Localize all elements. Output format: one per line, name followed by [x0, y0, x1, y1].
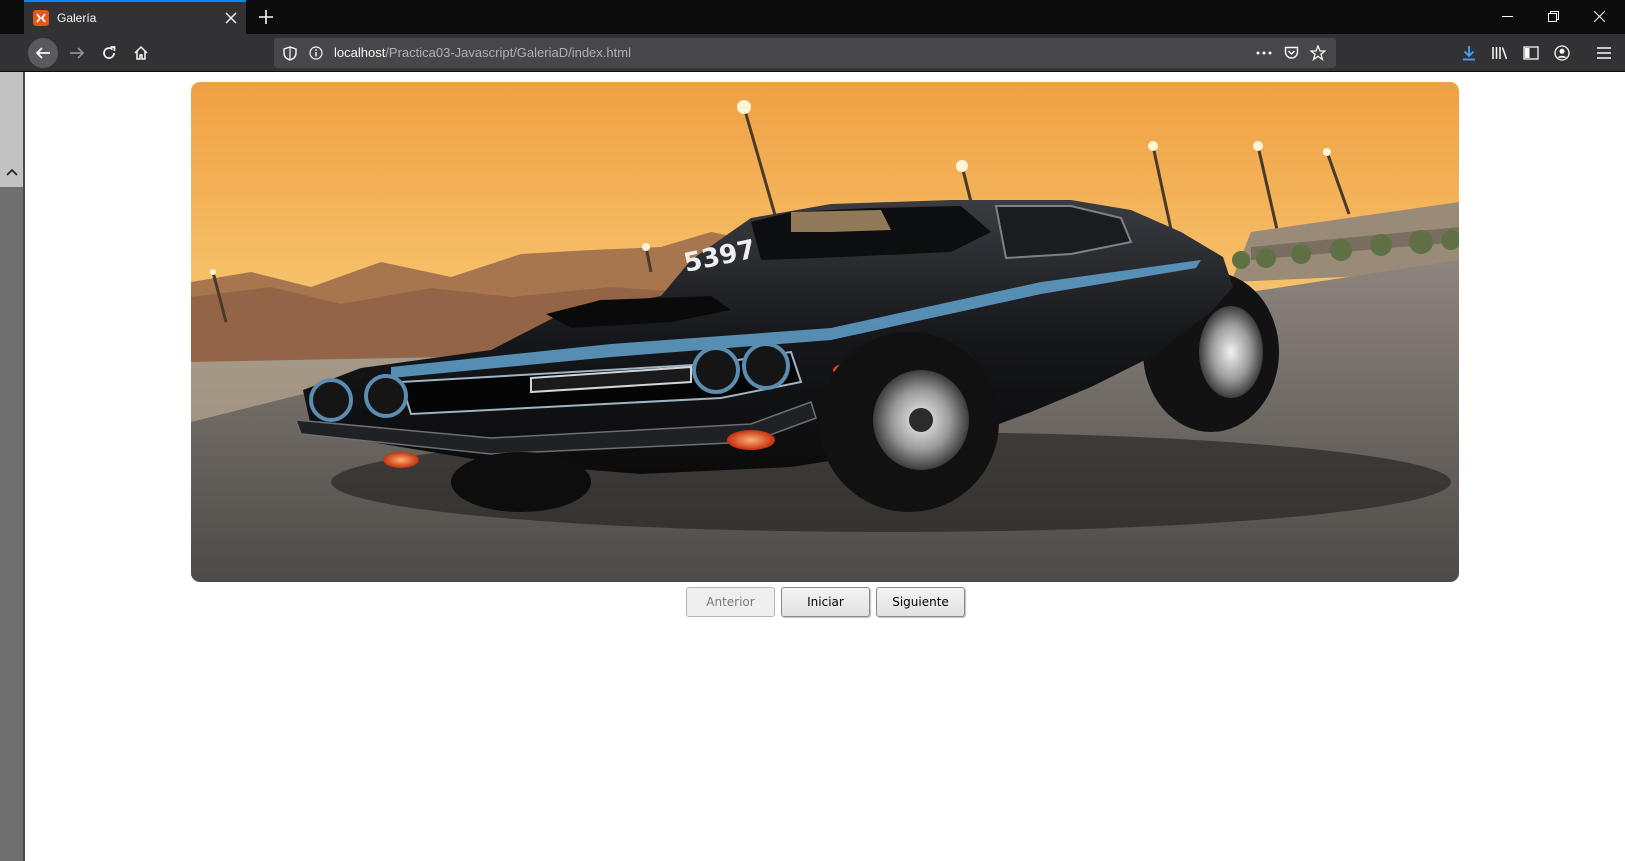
url-text[interactable]: localhost/Practica03-Javascript/GaleriaD… [334, 45, 631, 60]
minimize-window-icon[interactable] [1484, 0, 1530, 32]
close-tab-icon[interactable] [222, 9, 240, 27]
gallery-controls: Anterior Iniciar Siguiente [686, 587, 965, 617]
library-icon[interactable] [1490, 43, 1510, 63]
tab-strip: Galería [0, 0, 1625, 34]
url-path: /Practica03-Javascript/GaleriaD/index.ht… [385, 45, 631, 60]
close-window-icon[interactable] [1576, 0, 1622, 32]
tracking-protection-shield-icon[interactable] [282, 45, 298, 61]
address-bar[interactable]: localhost/Practica03-Javascript/GaleriaD… [274, 38, 1336, 68]
url-host: localhost [334, 45, 386, 60]
downloads-icon[interactable] [1459, 43, 1479, 63]
reload-button[interactable] [94, 38, 124, 68]
home-button[interactable] [126, 38, 156, 68]
tab-title: Galería [57, 11, 97, 25]
page-actions-menu-icon[interactable] [1256, 45, 1272, 61]
gallery-image: 5397 [191, 82, 1459, 582]
browser-tab-active[interactable]: Galería [24, 0, 246, 34]
hamburger-menu-icon[interactable] [1594, 43, 1614, 63]
back-button[interactable] [28, 38, 58, 68]
start-button[interactable]: Iniciar [781, 587, 870, 617]
site-info-icon[interactable] [308, 45, 324, 61]
account-icon[interactable] [1552, 43, 1572, 63]
previous-button[interactable]: Anterior [686, 587, 775, 617]
left-panel-strip [0, 72, 25, 861]
bookmark-star-icon[interactable] [1310, 45, 1326, 61]
chevron-up-icon[interactable] [0, 160, 24, 184]
forward-button[interactable] [62, 38, 92, 68]
new-tab-button[interactable] [254, 5, 278, 29]
page-content: 5397 Anterior Iniciar Siguiente [25, 73, 1625, 861]
navigation-toolbar: localhost/Practica03-Javascript/GaleriaD… [0, 34, 1625, 72]
xampp-icon [33, 10, 49, 26]
pocket-icon[interactable] [1283, 45, 1299, 61]
sidebar-toggle-icon[interactable] [1521, 43, 1541, 63]
restore-window-icon[interactable] [1530, 0, 1576, 32]
next-button[interactable]: Siguiente [876, 587, 965, 617]
tab-strip-edge [0, 0, 24, 34]
